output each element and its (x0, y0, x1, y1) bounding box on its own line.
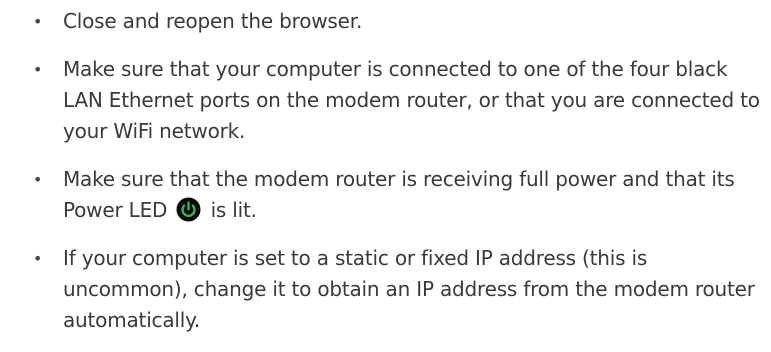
power-led-icon (176, 197, 201, 222)
list-item: • If your computer is set to a static or… (0, 243, 771, 336)
bullet-marker: • (33, 12, 43, 31)
list-item-text-before: Make sure that the modem router is recei… (63, 167, 735, 222)
bullet-marker: • (33, 249, 43, 268)
list-item-text: If your computer is set to a static or f… (63, 246, 755, 332)
bullet-marker: • (33, 60, 43, 79)
list-item: • Make sure that your computer is connec… (0, 54, 771, 147)
list-item-text-after: is lit. (210, 198, 257, 222)
bullet-marker: • (33, 170, 43, 189)
troubleshooting-list: • Close and reopen the browser. • Make s… (0, 0, 771, 336)
list-item: • Make sure that the modem router is rec… (0, 164, 771, 226)
list-item: • Close and reopen the browser. (0, 6, 771, 37)
list-item-text: Make sure that your computer is connecte… (63, 57, 760, 143)
list-item-text: Close and reopen the browser. (63, 9, 363, 33)
